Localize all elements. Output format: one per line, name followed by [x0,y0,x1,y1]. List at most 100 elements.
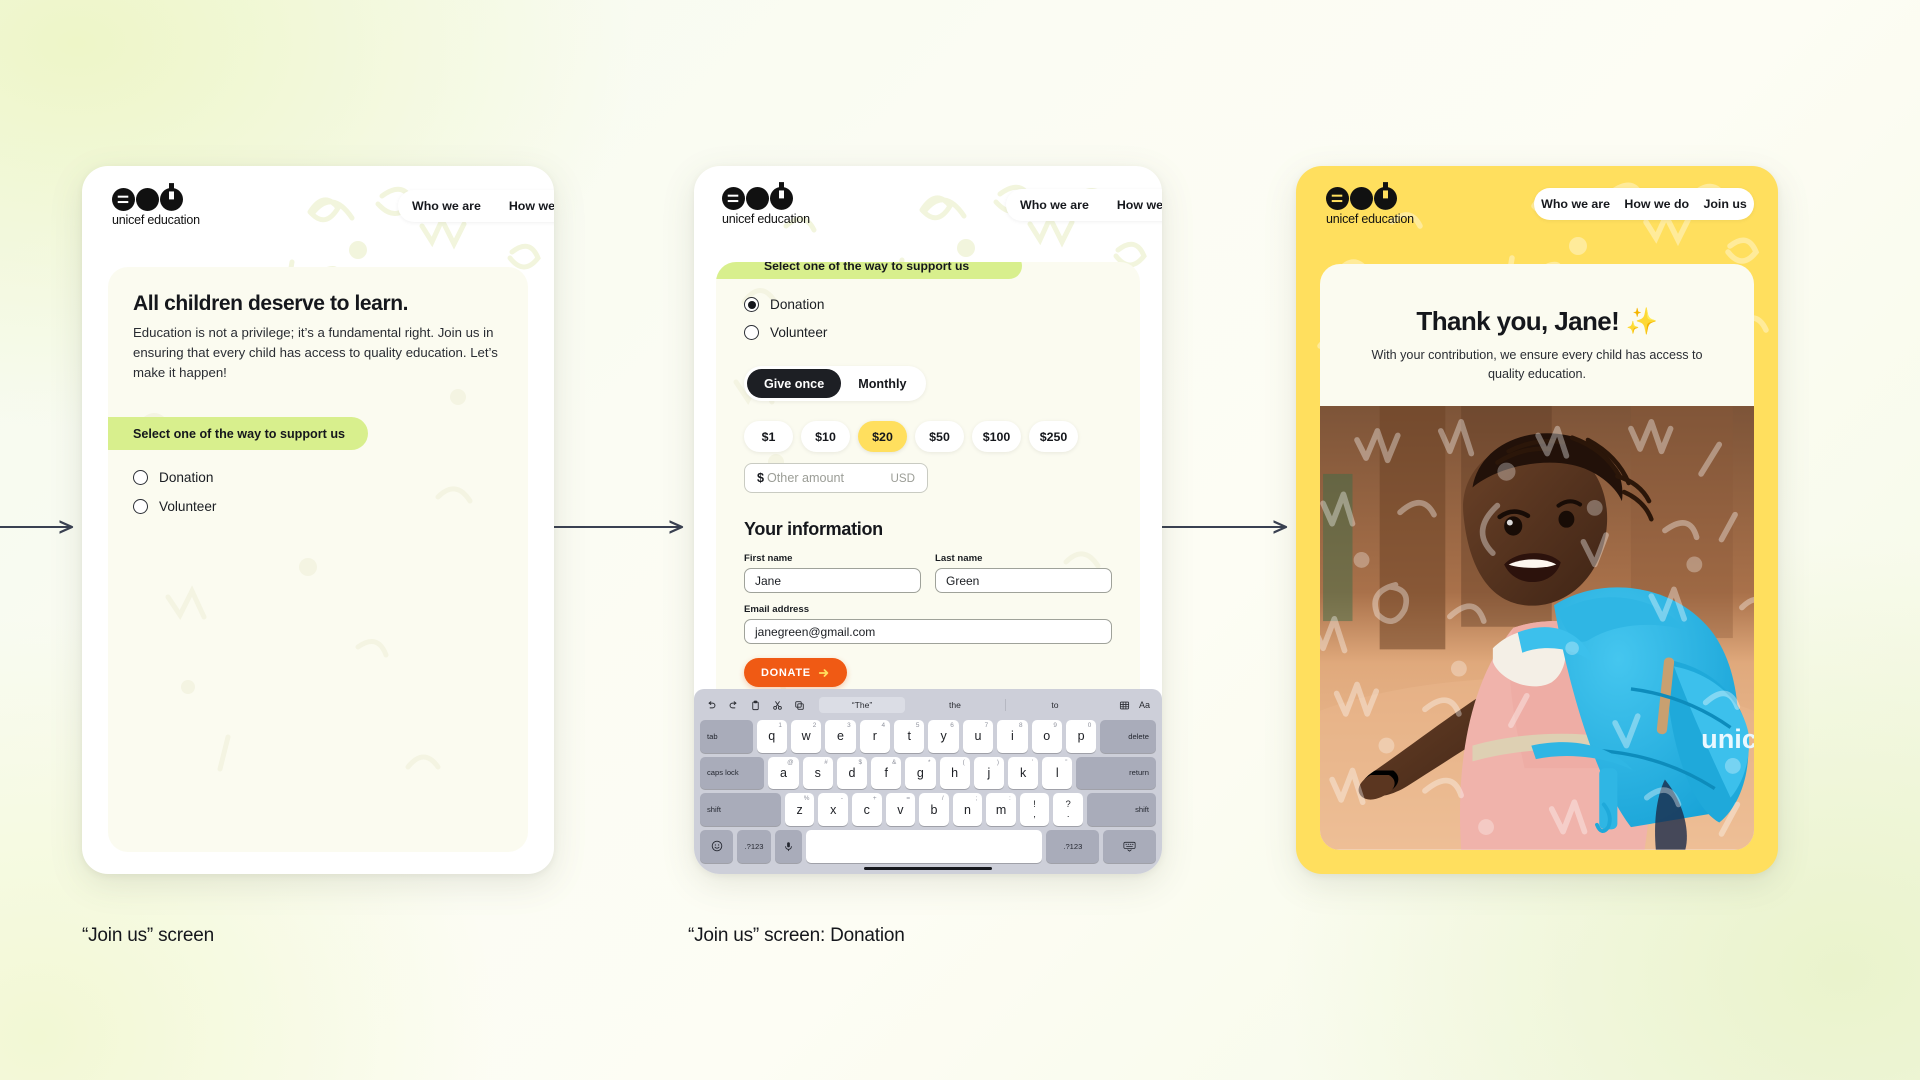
amount-chip-100[interactable]: $100 [972,421,1021,452]
donate-button-label: DONATE [761,666,811,679]
key-shift-right[interactable]: shift [1086,793,1157,826]
key-i[interactable]: 8i [997,720,1028,753]
key-z[interactable]: % z [784,793,815,826]
last-name-input[interactable]: Green [935,568,1112,593]
option-volunteer-2[interactable]: Volunteer [744,325,1112,340]
key-f[interactable]: & f [871,756,902,790]
key-y[interactable]: 6y [928,720,959,753]
logo-text-1: unicef education [112,213,200,227]
content-card-1: All children deserve to learn. Education… [108,267,528,852]
logo-circle-e-icon-2 [722,187,745,210]
key-s[interactable]: # s [802,756,833,790]
key-e[interactable]: 3e [825,720,856,753]
key-numbers-left[interactable]: .?123 [737,829,771,863]
key-y-sup: 6 [950,722,954,729]
key-h[interactable]: (h [939,756,970,790]
option-donation-2[interactable]: Donation [744,297,1112,312]
key-x[interactable]: -x [818,793,849,826]
option-volunteer-label-2: Volunteer [770,325,828,340]
key-b[interactable]: / b [919,793,949,826]
suggestion-1[interactable]: the [905,697,1005,713]
other-amount-input[interactable]: $ Other amount USD [744,463,928,493]
key-dictation[interactable] [774,829,803,863]
key-r[interactable]: 4r [859,720,891,753]
first-name-input[interactable]: Jane [744,568,921,593]
logo-3[interactable]: unicef education [1326,182,1414,226]
suggestion-2[interactable]: to [1004,697,1105,713]
amount-chip-50[interactable]: $50 [915,421,964,452]
currency-code: USD [890,471,915,485]
undo-icon[interactable] [706,700,717,711]
home-indicator [864,866,992,870]
key-shift-left[interactable]: shift [700,793,781,826]
key-i-sup: 8 [1019,722,1023,729]
option-volunteer-1[interactable]: Volunteer [133,499,503,515]
key-o[interactable]: 9o [1031,720,1062,753]
radio-volunteer-icon-2[interactable] [744,325,759,340]
email-label: Email address [744,604,810,615]
key-g[interactable]: * g [905,756,936,790]
key-t[interactable]: 5t [894,720,925,753]
radio-donation-icon-2[interactable] [744,297,759,312]
table-icon[interactable] [1119,700,1130,711]
key-p[interactable]: 0p [1065,720,1097,753]
key-j[interactable]: ) j [973,756,1004,790]
cut-icon[interactable] [772,700,783,711]
key-numbers-right[interactable]: .?123 [1046,829,1100,863]
logo-1[interactable]: unicef education [112,183,200,227]
key-question-period[interactable]: ? . [1053,793,1083,826]
key-space[interactable] [806,829,1043,863]
thank-you-title: Thank you, Jane! ✨ [1416,306,1658,336]
key-d[interactable]: $ d [836,756,868,790]
donate-button[interactable]: DONATE [744,658,847,687]
key-tab[interactable]: tab [700,720,753,753]
copy-icon[interactable] [794,700,805,711]
nav-who-we-are-2[interactable]: Who we are [1006,189,1103,221]
key-s-label: s [814,765,821,780]
key-m[interactable]: :m [986,793,1016,826]
nav-how-we-do-2[interactable]: How we do [1103,189,1162,221]
email-input[interactable]: janegreen@gmail.com [744,619,1112,644]
key-exclam-comma[interactable]: ! , [1019,793,1050,826]
key-u[interactable]: 7u [962,720,994,753]
nav-join-us-3[interactable]: Join us [1703,188,1746,220]
radio-donation-icon-1[interactable] [133,470,148,486]
key-u-label: u [974,729,982,744]
redo-icon[interactable] [728,700,739,711]
nav-who-we-are-1[interactable]: Who we are [398,190,495,222]
key-j-label: j [987,765,991,780]
key-x-sup: - [840,795,844,803]
logo-2[interactable]: unicef education [722,182,810,226]
key-a[interactable]: @ a [768,756,799,790]
key-return[interactable]: return [1076,756,1156,790]
frequency-give-once[interactable]: Give once [747,369,842,398]
key-q[interactable]: 1q [756,720,787,753]
key-w[interactable]: 2w [790,720,822,753]
logo-text-2: unicef education [722,212,810,226]
option-donation-1[interactable]: Donation [133,470,503,486]
paste-icon[interactable] [750,700,761,711]
nav-how-we-do-3[interactable]: How we do [1624,188,1689,220]
key-delete[interactable]: delete [1100,720,1156,753]
nav-how-we-do-1[interactable]: How we do [495,190,554,222]
key-hide-keyboard[interactable] [1103,829,1156,863]
amount-chip-250[interactable]: $250 [1029,421,1078,452]
frequency-monthly[interactable]: Monthly [841,369,923,398]
key-p-sup: 0 [1087,722,1092,729]
key-k[interactable]: ’ k [1007,756,1039,790]
amount-chip-20[interactable]: $20 [858,421,907,452]
amount-chip-1[interactable]: $1 [744,421,793,452]
amount-chip-10[interactable]: $10 [801,421,850,452]
nav-who-we-are-3[interactable]: Who we are [1541,188,1610,220]
key-c-sup: + [872,795,877,803]
key-n[interactable]: ; n [952,793,983,826]
radio-volunteer-icon-1[interactable] [133,499,148,515]
text-format-icon[interactable]: Aa [1139,700,1150,710]
key-l[interactable]: ” l [1042,756,1073,790]
key-caps-lock[interactable]: caps lock [700,756,765,790]
keyboard-suggestion-bar: “The” the to Aa [700,694,1156,716]
suggestion-0[interactable]: “The” [818,697,905,713]
key-v[interactable]: = v [885,793,916,826]
key-emoji[interactable] [700,829,734,863]
key-c[interactable]: + c [852,793,882,826]
